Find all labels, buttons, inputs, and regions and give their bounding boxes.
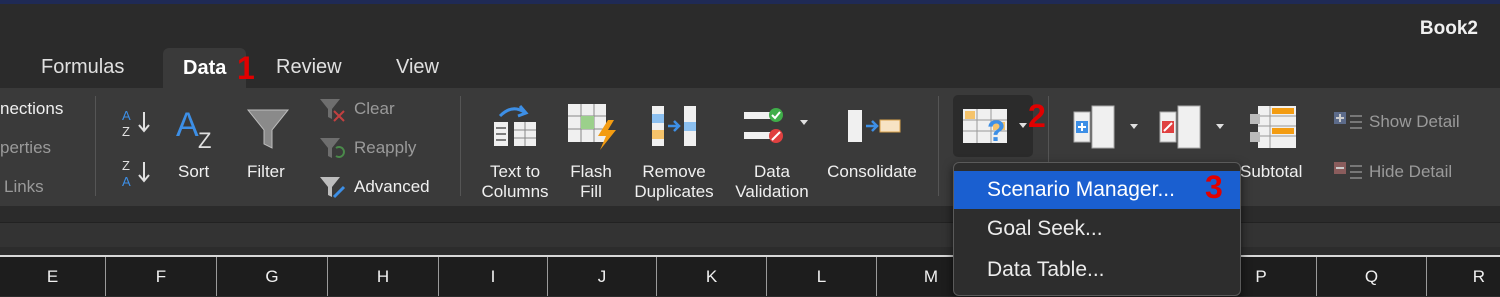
consolidate-button[interactable]: Consolidate	[816, 162, 928, 182]
annotation-marker-3: 3	[1205, 169, 1223, 205]
remove-duplicates-label-1[interactable]: Remove	[628, 162, 720, 182]
sort-ascending-icon[interactable]: A Z	[120, 106, 154, 140]
menu-item-scenario-manager[interactable]: Scenario Manager...	[954, 171, 1240, 209]
filter-icon[interactable]	[246, 106, 290, 152]
ribbon: nections perties Links A Z Z A A Z Sort …	[0, 88, 1500, 206]
svg-text:A: A	[122, 108, 131, 123]
what-if-analysis-icon: ?	[963, 109, 1027, 148]
svg-text:Z: Z	[198, 128, 211, 152]
data-validation-icon[interactable]	[742, 106, 812, 148]
column-header-j[interactable]: J	[548, 257, 657, 296]
svg-text:A: A	[122, 174, 131, 189]
group-separator	[460, 96, 461, 196]
group-separator	[95, 96, 96, 196]
subtotal-button[interactable]: Subtotal	[1240, 162, 1302, 182]
properties-button[interactable]: perties	[0, 138, 51, 158]
column-header-g[interactable]: G	[217, 257, 328, 296]
text-to-columns-icon[interactable]	[490, 102, 540, 148]
clear-filter-icon	[320, 99, 345, 122]
remove-duplicates-icon[interactable]	[650, 104, 698, 148]
reapply-button[interactable]: Reapply	[354, 138, 416, 158]
column-header-k[interactable]: K	[657, 257, 767, 296]
what-if-analysis-button[interactable]: ?	[953, 95, 1033, 157]
text-to-columns-label-2[interactable]: Columns	[476, 182, 554, 202]
remove-duplicates-label-2[interactable]: Duplicates	[628, 182, 720, 202]
tab-formulas[interactable]: Formulas	[41, 56, 124, 79]
sort-descending-icon[interactable]: Z A	[120, 156, 154, 190]
filter-button[interactable]: Filter	[247, 162, 285, 182]
column-header-q[interactable]: Q	[1317, 257, 1427, 296]
group-separator	[938, 96, 939, 196]
formula-bar-area	[0, 206, 1500, 247]
column-headers: E F G H I J K L M P Q R	[0, 255, 1500, 296]
reapply-filter-icon	[320, 138, 345, 158]
clear-button[interactable]: Clear	[354, 99, 395, 119]
formula-bar[interactable]	[0, 222, 1500, 247]
flash-fill-icon[interactable]	[566, 102, 618, 150]
what-if-analysis-menu: Scenario Manager... Goal Seek... Data Ta…	[953, 162, 1241, 296]
tab-view[interactable]: View	[396, 56, 439, 79]
column-header-i[interactable]: I	[439, 257, 548, 296]
column-header-r[interactable]: R	[1427, 257, 1499, 296]
consolidate-icon[interactable]	[846, 108, 902, 144]
hide-detail-icon	[1334, 162, 1362, 179]
menu-item-data-table[interactable]: Data Table...	[954, 251, 1240, 289]
column-header-e[interactable]: E	[0, 257, 106, 296]
annotation-marker-2: 2	[1028, 98, 1046, 134]
svg-text:?: ?	[987, 115, 1005, 148]
svg-text:Z: Z	[122, 158, 130, 173]
column-header-f[interactable]: F	[106, 257, 217, 296]
ungroup-icon[interactable]	[1156, 104, 1228, 150]
sort-icon[interactable]: A Z	[176, 104, 222, 152]
tab-review[interactable]: Review	[276, 56, 342, 79]
data-validation-label-1[interactable]: Data	[728, 162, 816, 182]
show-detail-icon	[1334, 112, 1362, 129]
data-validation-label-2[interactable]: Validation	[728, 182, 816, 202]
flash-fill-label-1[interactable]: Flash	[558, 162, 624, 182]
svg-text:A: A	[176, 106, 199, 144]
advanced-button[interactable]: Advanced	[354, 177, 430, 197]
group-icon[interactable]	[1070, 104, 1142, 150]
title-bar: Book2	[0, 4, 1500, 48]
svg-text:Z: Z	[122, 124, 130, 139]
subtotal-icon[interactable]	[1248, 104, 1300, 150]
flash-fill-label-2[interactable]: Fill	[558, 182, 624, 202]
advanced-filter-icon	[320, 177, 346, 199]
column-header-h[interactable]: H	[328, 257, 439, 296]
connections-button[interactable]: nections	[0, 99, 63, 119]
ribbon-tabs: Formulas Data Review View	[0, 48, 1500, 88]
edit-links-button[interactable]: Links	[4, 177, 44, 197]
menu-item-goal-seek[interactable]: Goal Seek...	[954, 210, 1240, 248]
window-title: Book2	[1419, 18, 1478, 39]
tab-data[interactable]: Data	[163, 48, 247, 88]
column-header-l[interactable]: L	[767, 257, 877, 296]
hide-detail-button[interactable]: Hide Detail	[1369, 162, 1452, 182]
sort-button[interactable]: Sort	[178, 162, 209, 182]
show-detail-button[interactable]: Show Detail	[1369, 112, 1460, 132]
column-header-r-label: R	[1472, 267, 1485, 286]
text-to-columns-label-1[interactable]: Text to	[476, 162, 554, 182]
annotation-marker-1: 1	[237, 50, 255, 86]
